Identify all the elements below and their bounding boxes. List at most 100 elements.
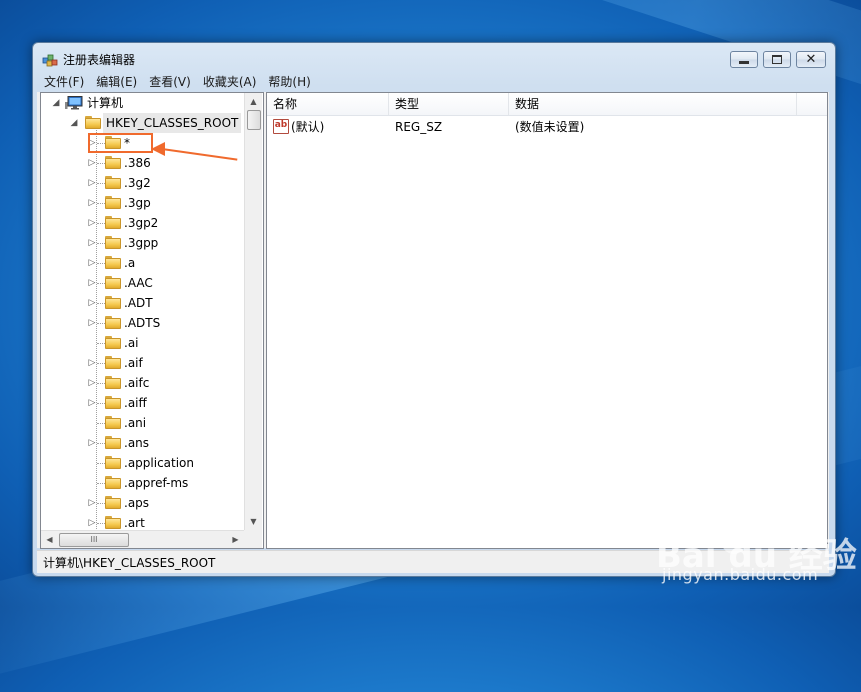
expand-icon[interactable]: ▷ xyxy=(87,433,97,453)
menu-help[interactable]: 帮助(H) xyxy=(261,73,315,91)
tree-connector xyxy=(97,463,105,464)
tree-item[interactable]: ▷ .ADT xyxy=(41,293,241,313)
tree-connector xyxy=(97,263,105,264)
maximize-button[interactable] xyxy=(763,51,791,68)
tree-item[interactable]: ▷ .aif xyxy=(41,353,241,373)
folder-icon xyxy=(105,236,121,249)
column-data[interactable]: 数据 xyxy=(509,93,797,115)
expand-icon[interactable]: ▷ xyxy=(87,253,97,273)
tree-item[interactable]: .ani xyxy=(41,413,241,433)
folder-icon xyxy=(105,316,121,329)
tree-item-label: .ans xyxy=(124,436,150,450)
scroll-left-icon[interactable]: ◀ xyxy=(41,531,58,548)
scroll-thumb[interactable] xyxy=(247,110,261,130)
folder-icon xyxy=(105,276,121,289)
tree-item-label: .application xyxy=(124,456,195,470)
tree-item[interactable]: .ai xyxy=(41,333,241,353)
regedit-icon xyxy=(42,54,58,67)
tree-item-label: .3g2 xyxy=(124,176,151,190)
expand-icon[interactable]: ▷ xyxy=(87,273,97,293)
tree-item-label: .aiff xyxy=(124,396,147,410)
expand-icon[interactable]: ▷ xyxy=(87,173,97,193)
menu-file[interactable]: 文件(F) xyxy=(37,73,89,91)
collapse-icon[interactable]: ◢ xyxy=(69,113,79,133)
tree-connector xyxy=(97,203,105,204)
tree-connector xyxy=(97,223,105,224)
tree-item[interactable]: ▷ .3gpp xyxy=(41,233,241,253)
tree-item-label: .ai xyxy=(124,336,139,350)
folder-icon xyxy=(105,456,121,469)
folder-icon xyxy=(105,256,121,269)
tree-horizontal-scrollbar[interactable]: ◀ III ▶ xyxy=(41,530,244,548)
expand-icon[interactable]: ▷ xyxy=(87,513,97,530)
expand-icon[interactable]: ▷ xyxy=(87,393,97,413)
tree-connector xyxy=(97,383,105,384)
tree-item[interactable]: ▷ .aps xyxy=(41,493,241,513)
tree-connector xyxy=(97,363,105,364)
tree-item[interactable]: .appref-ms xyxy=(41,473,241,493)
value-name: (默认) xyxy=(291,120,325,134)
menu-view[interactable]: 查看(V) xyxy=(142,73,196,91)
tree-item[interactable]: ▷ .aifc xyxy=(41,373,241,393)
tree-item[interactable]: ▷ .3gp2 xyxy=(41,213,241,233)
tree-vertical-scrollbar[interactable]: ▲ ▼ xyxy=(244,93,262,530)
folder-icon xyxy=(105,216,121,229)
annotation-highlight-box xyxy=(88,133,153,153)
tree-item[interactable]: ▷ .ADTS xyxy=(41,313,241,333)
watermark-url: jingyan.baidu.com xyxy=(662,565,819,584)
tree-item[interactable]: ▷ .aiff xyxy=(41,393,241,413)
menu-edit[interactable]: 编辑(E) xyxy=(89,73,142,91)
tree-item-label: HKEY_CLASSES_ROOT xyxy=(103,113,242,133)
tree-item-label: .aps xyxy=(124,496,150,510)
expand-icon[interactable]: ▷ xyxy=(87,493,97,513)
collapse-icon[interactable]: ◢ xyxy=(51,93,61,113)
close-button[interactable]: ✕ xyxy=(796,51,826,68)
expand-icon[interactable]: ▷ xyxy=(87,193,97,213)
tree-item[interactable]: ▷ .AAC xyxy=(41,273,241,293)
annotation-arrow-head xyxy=(151,142,165,156)
scroll-up-icon[interactable]: ▲ xyxy=(245,93,262,110)
title-bar[interactable]: 注册表编辑器 ✕ xyxy=(33,43,835,73)
tree-item[interactable]: ▷ .3gp xyxy=(41,193,241,213)
value-list: 名称 类型 数据 ab (默认) REG_SZ (数值未设置) xyxy=(266,92,828,549)
scroll-down-icon[interactable]: ▼ xyxy=(245,513,262,530)
tree-item[interactable]: ▷ .art xyxy=(41,513,241,530)
tree-item[interactable]: ▷ .ans xyxy=(41,433,241,453)
column-name[interactable]: 名称 xyxy=(267,93,389,115)
minimize-button[interactable] xyxy=(730,51,758,68)
tree-item[interactable]: .application xyxy=(41,453,241,473)
tree-connector xyxy=(97,483,105,484)
tree-connector xyxy=(97,503,105,504)
scroll-thumb[interactable]: III xyxy=(59,533,129,547)
folder-icon xyxy=(105,336,121,349)
value-data: (数值未设置) xyxy=(515,120,585,134)
tree-item[interactable]: ▷ .a xyxy=(41,253,241,273)
folder-icon xyxy=(85,116,101,129)
folder-icon xyxy=(105,416,121,429)
column-type[interactable]: 类型 xyxy=(389,93,509,115)
folder-icon xyxy=(105,396,121,409)
menu-bar: 文件(F) 编辑(E) 查看(V) 收藏夹(A) 帮助(H) xyxy=(37,73,831,91)
tree-item-label: .a xyxy=(124,256,136,270)
expand-icon[interactable]: ▷ xyxy=(87,213,97,233)
expand-icon[interactable]: ▷ xyxy=(87,153,97,173)
expand-icon[interactable]: ▷ xyxy=(87,293,97,313)
expand-icon[interactable]: ▷ xyxy=(87,373,97,393)
tree-item-computer[interactable]: ◢ 计算机 xyxy=(41,93,241,113)
tree-item[interactable]: ▷ .3g2 xyxy=(41,173,241,193)
expand-icon[interactable]: ▷ xyxy=(87,313,97,333)
expand-icon[interactable]: ▷ xyxy=(87,353,97,373)
folder-icon xyxy=(105,176,121,189)
tree-connector xyxy=(97,343,105,344)
list-row[interactable]: ab (默认) REG_SZ (数值未设置) xyxy=(267,117,827,137)
string-value-icon: ab xyxy=(273,119,289,134)
menu-favorites[interactable]: 收藏夹(A) xyxy=(196,73,262,91)
scroll-right-icon[interactable]: ▶ xyxy=(227,531,244,548)
expand-icon[interactable]: ▷ xyxy=(87,233,97,253)
registry-tree: ◢ 计算机 ◢ HKEY_CLASSES_ROOT ▷ * ▷ .386 ▷ .3g2 xyxy=(40,92,264,549)
tree-item-hkey-classes-root[interactable]: ◢ HKEY_CLASSES_ROOT xyxy=(41,113,242,133)
folder-icon xyxy=(105,296,121,309)
tree-rows: ◢ 计算机 ◢ HKEY_CLASSES_ROOT ▷ * ▷ .386 ▷ .3g2 xyxy=(41,93,243,530)
folder-icon xyxy=(105,156,121,169)
minimize-icon xyxy=(739,61,749,64)
